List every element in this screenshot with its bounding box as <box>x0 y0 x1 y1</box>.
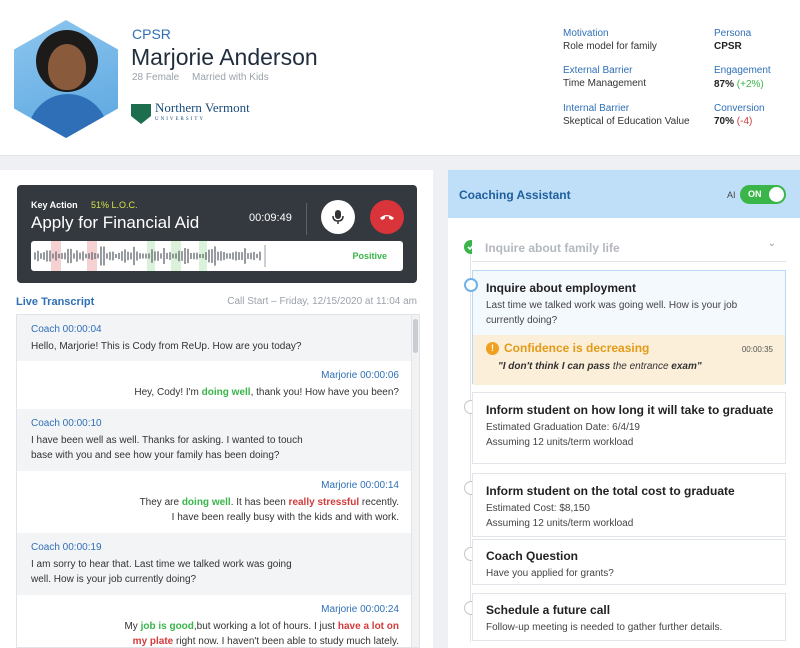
active-step-icon <box>464 278 478 292</box>
message-text: I am sorry to hear that. Last time we ta… <box>31 559 292 570</box>
step-graduation-time[interactable]: Inform student on how long it will take … <box>472 392 786 464</box>
profile-segment: CPSR <box>132 26 171 42</box>
message-text: They are doing well. It has been really … <box>139 497 399 508</box>
message-text: Hey, Cody! I'm doing well, thank you! Ho… <box>134 387 399 398</box>
message-text: base with you and see how your family ha… <box>31 450 280 461</box>
step-title: Schedule a future call <box>486 603 611 617</box>
persona-value: CPSR <box>714 41 742 52</box>
warning-icon: ! <box>486 342 499 355</box>
step-detail: Estimated Graduation Date: 6/4/19 Assumi… <box>486 422 640 448</box>
step-total-cost[interactable]: Inform student on the total cost to grad… <box>472 473 786 537</box>
message-text: Hello, Marjorie! This is Cody from ReUp.… <box>31 341 302 352</box>
list-item: Coach 00:00:10 I have been well as well.… <box>17 409 413 471</box>
speaker-label: Marjorie 00:00:24 <box>321 604 399 615</box>
speaker-label: Marjorie 00:00:14 <box>321 480 399 491</box>
step-title: Inquire about family life <box>485 241 620 255</box>
mic-button[interactable] <box>321 200 355 234</box>
transcript-list[interactable]: Coach 00:00:04 Hello, Marjorie! This is … <box>16 314 420 648</box>
step-detail: Follow-up meeting is needed to gather fu… <box>486 622 723 633</box>
profile-header: CPSR Marjorie Anderson 28 Female Married… <box>0 0 800 156</box>
key-action-label: Key Action <box>31 200 78 210</box>
message-text: I have been really busy with the kids an… <box>171 512 399 523</box>
confidence-time: 00:00:35 <box>741 345 773 354</box>
assistant-header: Coaching Assistant AI ON <box>448 170 800 218</box>
toggle-knob <box>769 187 784 202</box>
sentiment-label: Positive <box>352 251 387 261</box>
ai-toggle[interactable]: ON <box>740 185 786 204</box>
divider <box>306 203 307 235</box>
action-title: Apply for Financial Aid <box>31 213 200 232</box>
chevron-down-icon[interactable]: ⌄ <box>768 238 776 249</box>
internal-barrier-value: Skeptical of Education Value <box>563 116 690 127</box>
list-item: Marjorie 00:00:06 Hey, Cody! I'm doing w… <box>17 361 413 409</box>
engagement-delta: (+2%) <box>736 79 764 90</box>
loc-value: 51% L.O.C. <box>91 200 138 210</box>
persona-label: Persona <box>714 28 752 39</box>
profile-meta: 28 Female Married with Kids <box>132 72 269 83</box>
school-shield-icon <box>131 104 151 124</box>
live-transcript-title: Live Transcript <box>16 296 95 308</box>
scroll-thumb[interactable] <box>413 319 418 353</box>
call-card: Key Action 51% L.O.C. Apply for Financia… <box>17 185 417 283</box>
engagement-value: 87% (+2%) <box>714 79 764 90</box>
step-family-life[interactable]: Inquire about family life ⌄ <box>472 232 786 262</box>
profile-age-gender: 28 Female <box>132 72 180 83</box>
conversion-delta: (-4) <box>736 116 753 127</box>
steps-timeline <box>470 246 471 642</box>
ai-label: AI <box>727 190 736 200</box>
step-coach-question[interactable]: Coach Question Have you applied for gran… <box>472 539 786 585</box>
step-title: Inform student on how long it will take … <box>486 403 774 417</box>
step-detail: Last time we talked work was going well.… <box>486 300 738 326</box>
avatar <box>14 20 118 138</box>
external-barrier-value: Time Management <box>563 78 646 89</box>
waveform-zone <box>147 241 155 271</box>
step-title: Inquire about employment <box>486 281 637 295</box>
conversion-label: Conversion <box>714 103 765 114</box>
confidence-alert: ! Confidence is decreasing 00:00:35 "I d… <box>473 335 785 385</box>
speaker-label: Coach 00:00:04 <box>31 324 102 335</box>
message-text: I have been well as well. Thanks for ask… <box>31 435 303 446</box>
message-text: My job is good,but working a lot of hour… <box>124 621 399 647</box>
internal-barrier-label: Internal Barrier <box>563 103 630 114</box>
microphone-icon <box>332 210 344 224</box>
list-item: Coach 00:00:04 Hello, Marjorie! This is … <box>17 315 413 361</box>
message-text: well. How is your job currently doing? <box>31 574 197 585</box>
external-barrier-label: External Barrier <box>563 65 633 76</box>
waveform-graphic <box>34 241 266 271</box>
confidence-quote: "I don't think I can pass the entrance e… <box>498 361 702 372</box>
assistant-title: Coaching Assistant <box>459 188 571 202</box>
speaker-label: Marjorie 00:00:06 <box>321 370 399 381</box>
audio-waveform[interactable]: Positive <box>31 241 403 271</box>
profile-household: Married with Kids <box>192 72 269 83</box>
list-item: Coach 00:00:19 I am sorry to hear that. … <box>17 533 413 595</box>
step-employment[interactable]: Inquire about employment Last time we ta… <box>472 270 786 385</box>
speaker-label: Coach 00:00:19 <box>31 542 102 553</box>
list-item: Marjorie 00:00:24 My job is good,but wor… <box>17 595 413 647</box>
call-panel: Key Action 51% L.O.C. Apply for Financia… <box>0 170 433 648</box>
hang-up-button[interactable] <box>370 200 404 234</box>
school-sub: UNIVERSITY <box>155 117 205 122</box>
school-name: Northern Vermont <box>155 100 250 115</box>
profile-name: Marjorie Anderson <box>131 44 318 70</box>
conversion-value: 70% (-4) <box>714 116 753 127</box>
coaching-assistant-panel: Coaching Assistant AI ON Inquire about f… <box>448 170 800 648</box>
step-title: Inform student on the total cost to grad… <box>486 484 735 498</box>
step-schedule-call[interactable]: Schedule a future call Follow-up meeting… <box>472 593 786 641</box>
confidence-title: Confidence is decreasing <box>504 341 650 355</box>
motivation-value: Role model for family <box>563 41 657 52</box>
call-timer: 00:09:49 <box>249 212 292 224</box>
engagement-label: Engagement <box>714 65 771 76</box>
speaker-label: Coach 00:00:10 <box>31 418 102 429</box>
toggle-label: ON <box>748 189 762 199</box>
school-logo: Northern Vermont UNIVERSITY <box>131 100 250 126</box>
transcript-scrollbar[interactable] <box>411 315 419 647</box>
list-item: Marjorie 00:00:14 They are doing well. I… <box>17 471 413 533</box>
phone-hangup-icon <box>380 215 394 220</box>
motivation-label: Motivation <box>563 28 609 39</box>
call-start: Call Start – Friday, 12/15/2020 at 11:04… <box>227 296 417 307</box>
step-title: Coach Question <box>486 549 579 563</box>
step-detail: Estimated Cost: $8,150 Assuming 12 units… <box>486 503 634 529</box>
step-detail: Have you applied for grants? <box>486 568 614 579</box>
